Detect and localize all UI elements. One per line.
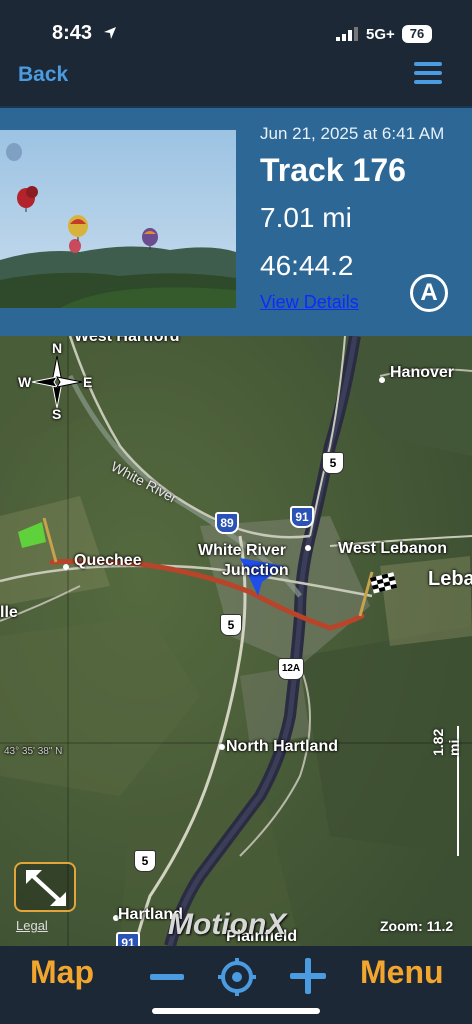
route-shield-us5-c: 5 <box>134 850 156 872</box>
satellite-map <box>0 336 472 946</box>
place-north-hartland: North Hartland <box>226 738 338 755</box>
route-shield-i91-b: 91 <box>116 932 140 946</box>
route-shield-12a: 12A <box>278 658 304 680</box>
compass-n: N <box>52 340 63 356</box>
track-distance: 7.01 mi <box>260 202 352 233</box>
compass-w: W <box>18 374 32 390</box>
nav-bar: Back <box>0 58 472 106</box>
map-button[interactable]: Map <box>30 954 94 991</box>
track-badge-icon[interactable]: A <box>410 274 448 312</box>
track-name: Track 176 <box>260 152 406 188</box>
compass-s: S <box>52 406 62 422</box>
place-west-lebanon: West Lebanon <box>338 540 448 557</box>
home-indicator[interactable] <box>152 1008 320 1014</box>
place-wrj-line2: Junction <box>222 562 289 579</box>
map-view[interactable]: N S W E West Hartford Hanover White Rive… <box>0 336 472 946</box>
bottom-toolbar: Map Menu <box>0 946 472 1024</box>
brand-logo: MotionX <box>168 908 287 941</box>
route-shield-i91: 91 <box>290 506 314 528</box>
track-duration: 46:44.2 <box>260 250 354 281</box>
coordinate-text: 43° 35' 38" N <box>4 746 63 757</box>
menu-button[interactable]: Menu <box>360 954 444 991</box>
track-photo[interactable] <box>0 130 236 308</box>
route-shield-us5: 5 <box>322 452 344 474</box>
place-ville: lle <box>0 604 18 621</box>
zoom-level: Zoom: 11.2 <box>380 918 454 934</box>
track-date: Jun 21, 2025 at 6:41 AM <box>260 124 445 143</box>
expand-arrows-icon <box>26 870 66 906</box>
route-shield-us5-b: 5 <box>220 614 242 636</box>
status-time: 8:43 <box>52 22 93 44</box>
hamburger-icon[interactable] <box>414 62 442 86</box>
place-hanover: Hanover <box>390 364 455 381</box>
crosshair-icon[interactable] <box>218 958 256 996</box>
battery-icon: 76 <box>402 25 432 43</box>
location-arrow-icon <box>104 27 116 39</box>
minus-icon[interactable] <box>150 974 184 980</box>
legal-link[interactable]: Legal <box>16 918 48 933</box>
back-button[interactable]: Back <box>18 63 68 87</box>
fullscreen-expand-button[interactable] <box>14 862 76 912</box>
place-west-hartford: West Hartford <box>74 336 180 345</box>
status-bar: 8:43 5G+ 76 <box>0 0 472 58</box>
view-details-link[interactable]: View Details <box>260 292 359 313</box>
plus-icon[interactable] <box>290 958 326 994</box>
network-type: 5G+ <box>366 26 395 43</box>
compass-e: E <box>83 374 93 390</box>
place-quechee: Quechee <box>74 552 142 569</box>
route-shield-i89: 89 <box>215 512 239 534</box>
track-summary-card: Jun 21, 2025 at 6:41 AM Track 176 7.01 m… <box>0 106 472 336</box>
scale-label: 1.82 mi <box>430 728 462 756</box>
place-lebanon: Leba <box>428 568 472 590</box>
signal-icon <box>336 27 358 41</box>
place-wrj-line1: White River <box>198 542 287 559</box>
